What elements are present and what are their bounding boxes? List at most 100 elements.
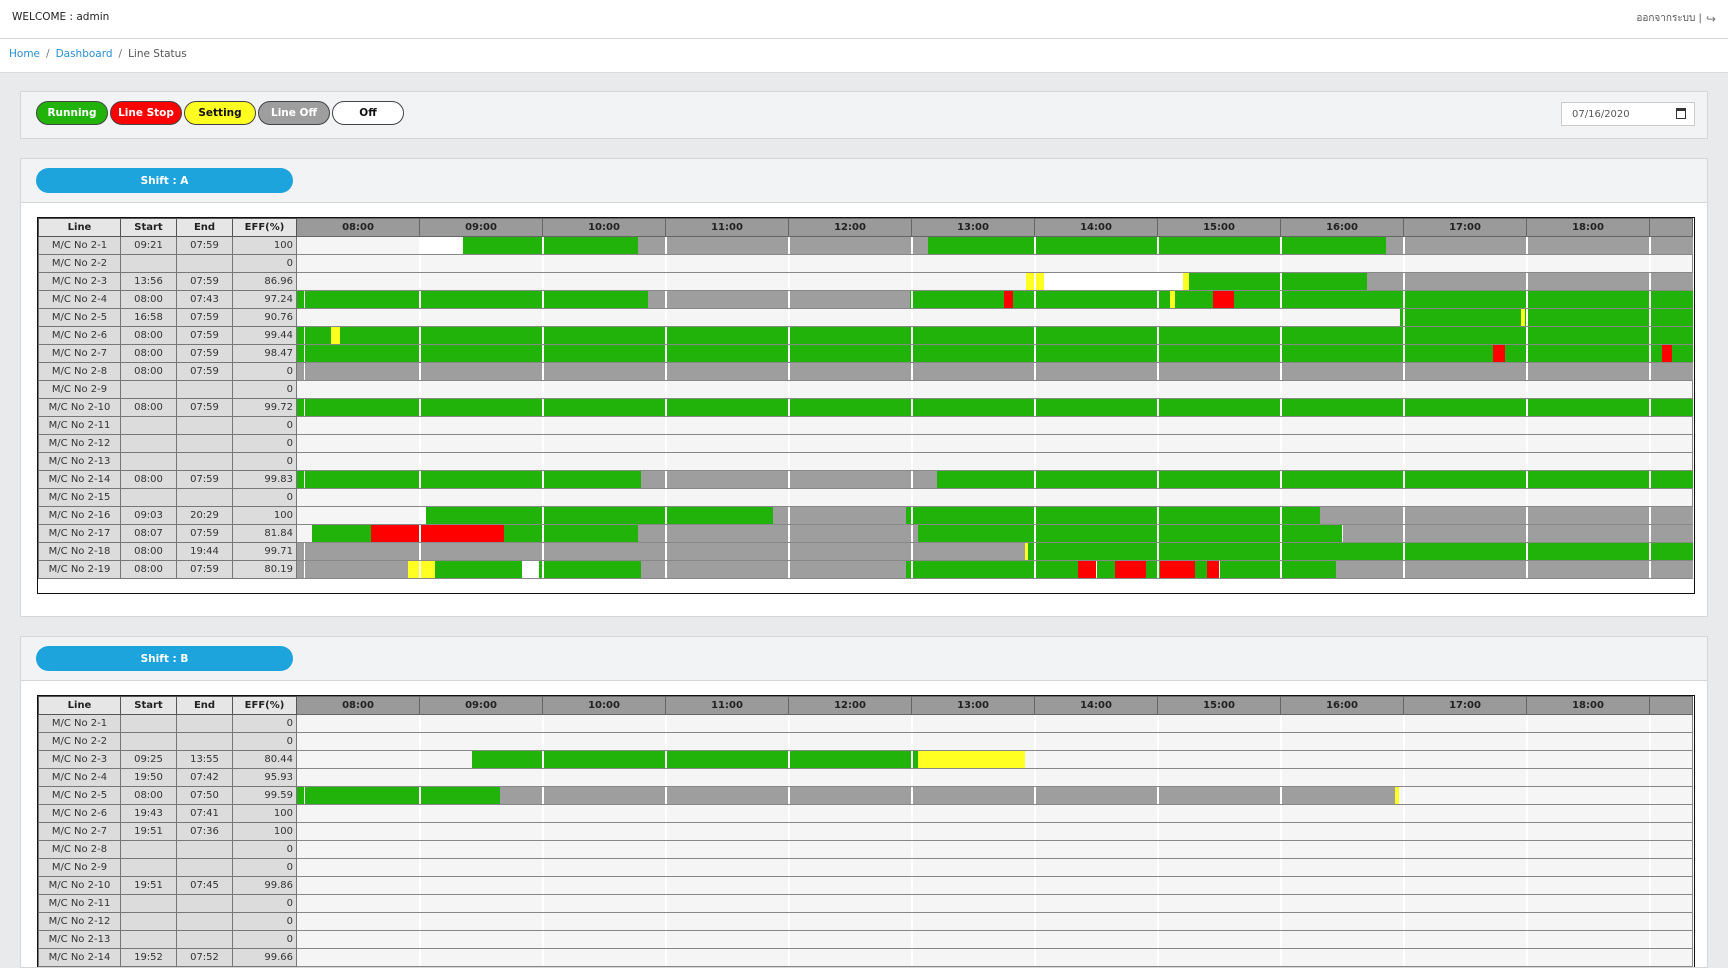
legend-line-stop[interactable]: Line Stop	[110, 101, 182, 125]
legend-setting[interactable]: Setting	[184, 101, 256, 125]
status-timeline[interactable]	[296, 714, 1693, 733]
breadcrumb-home[interactable]: Home	[9, 48, 40, 60]
status-timeline[interactable]	[296, 948, 1693, 967]
status-timeline[interactable]	[296, 560, 1693, 579]
status-timeline[interactable]	[296, 416, 1693, 435]
status-segment[interactable]	[297, 543, 1026, 560]
status-segment[interactable]	[905, 507, 1321, 524]
status-segment[interactable]	[297, 291, 648, 308]
status-segment[interactable]	[1336, 561, 1693, 578]
status-segment[interactable]	[1504, 345, 1663, 362]
status-timeline[interactable]	[296, 290, 1693, 309]
status-segment[interactable]	[297, 399, 1693, 416]
status-segment[interactable]	[297, 327, 332, 344]
status-segment[interactable]	[1342, 525, 1693, 542]
date-picker[interactable]: 07/16/2020	[1561, 102, 1695, 126]
status-segment[interactable]	[471, 751, 919, 768]
status-segment[interactable]	[407, 561, 435, 578]
status-segment[interactable]	[1219, 561, 1337, 578]
status-segment[interactable]	[773, 507, 906, 524]
status-segment[interactable]	[434, 561, 523, 578]
status-timeline[interactable]	[296, 506, 1693, 525]
status-segment[interactable]	[905, 561, 1079, 578]
status-segment[interactable]	[1385, 237, 1693, 254]
status-segment[interactable]	[297, 471, 642, 488]
status-segment[interactable]	[1492, 345, 1505, 362]
status-timeline[interactable]	[296, 542, 1693, 561]
status-segment[interactable]	[297, 561, 408, 578]
status-segment[interactable]	[539, 561, 642, 578]
status-timeline[interactable]	[296, 750, 1693, 769]
status-segment[interactable]	[1213, 291, 1235, 308]
status-segment[interactable]	[1234, 291, 1693, 308]
status-timeline[interactable]	[296, 470, 1693, 489]
status-segment[interactable]	[1004, 291, 1013, 308]
status-segment[interactable]	[909, 291, 1005, 308]
status-segment[interactable]	[641, 561, 906, 578]
status-segment[interactable]	[1524, 309, 1693, 326]
status-segment[interactable]	[503, 525, 638, 542]
legend-running[interactable]: Running	[36, 101, 108, 125]
status-segment[interactable]	[311, 525, 371, 542]
status-timeline[interactable]	[296, 840, 1693, 859]
status-segment[interactable]	[297, 363, 1693, 380]
status-timeline[interactable]	[296, 272, 1693, 291]
status-segment[interactable]	[426, 507, 773, 524]
status-timeline[interactable]	[296, 876, 1693, 895]
status-segment[interactable]	[1395, 787, 1400, 804]
status-segment[interactable]	[297, 787, 500, 804]
status-segment[interactable]	[1114, 561, 1146, 578]
status-segment[interactable]	[1175, 291, 1214, 308]
status-timeline[interactable]	[296, 362, 1693, 381]
calendar-icon[interactable]	[1676, 108, 1686, 119]
status-timeline[interactable]	[296, 236, 1693, 255]
breadcrumb-dashboard[interactable]: Dashboard	[56, 48, 113, 60]
status-timeline[interactable]	[296, 524, 1693, 543]
status-timeline[interactable]	[296, 254, 1693, 273]
status-timeline[interactable]	[296, 822, 1693, 841]
logout-icon[interactable]: ↪	[1706, 12, 1716, 26]
status-segment[interactable]	[370, 525, 504, 542]
status-segment[interactable]	[297, 345, 1493, 362]
status-segment[interactable]	[1662, 345, 1673, 362]
status-segment[interactable]	[463, 237, 638, 254]
status-timeline[interactable]	[296, 732, 1693, 751]
status-segment[interactable]	[1160, 561, 1195, 578]
status-segment[interactable]	[1078, 561, 1097, 578]
status-timeline[interactable]	[296, 858, 1693, 877]
status-timeline[interactable]	[296, 894, 1693, 913]
status-segment[interactable]	[1194, 561, 1208, 578]
status-segment[interactable]	[1400, 309, 1521, 326]
status-timeline[interactable]	[296, 398, 1693, 417]
legend-off[interactable]: Off	[332, 101, 404, 125]
status-segment[interactable]	[499, 787, 1396, 804]
status-timeline[interactable]	[296, 786, 1693, 805]
status-segment[interactable]	[331, 327, 341, 344]
status-segment[interactable]	[1207, 561, 1220, 578]
status-timeline[interactable]	[296, 380, 1693, 399]
status-timeline[interactable]	[296, 912, 1693, 931]
status-segment[interactable]	[1320, 507, 1693, 524]
legend-line-off[interactable]: Line Off	[258, 101, 330, 125]
status-timeline[interactable]	[296, 804, 1693, 823]
status-segment[interactable]	[1672, 345, 1693, 362]
status-segment[interactable]	[1153, 291, 1171, 308]
status-timeline[interactable]	[296, 326, 1693, 345]
status-segment[interactable]	[1188, 273, 1368, 290]
status-segment[interactable]	[1027, 543, 1693, 560]
status-segment[interactable]	[918, 751, 1026, 768]
status-timeline[interactable]	[296, 930, 1693, 949]
status-segment[interactable]	[420, 237, 464, 254]
status-segment[interactable]	[918, 525, 1343, 542]
status-segment[interactable]	[1096, 561, 1115, 578]
status-timeline[interactable]	[296, 344, 1693, 363]
status-timeline[interactable]	[296, 452, 1693, 471]
status-segment[interactable]	[637, 525, 919, 542]
status-timeline[interactable]	[296, 434, 1693, 453]
status-segment[interactable]	[1043, 273, 1183, 290]
status-timeline[interactable]	[296, 308, 1693, 327]
status-timeline[interactable]	[296, 768, 1693, 787]
status-timeline[interactable]	[296, 488, 1693, 507]
status-segment[interactable]	[936, 471, 1693, 488]
status-segment[interactable]	[1367, 273, 1693, 290]
